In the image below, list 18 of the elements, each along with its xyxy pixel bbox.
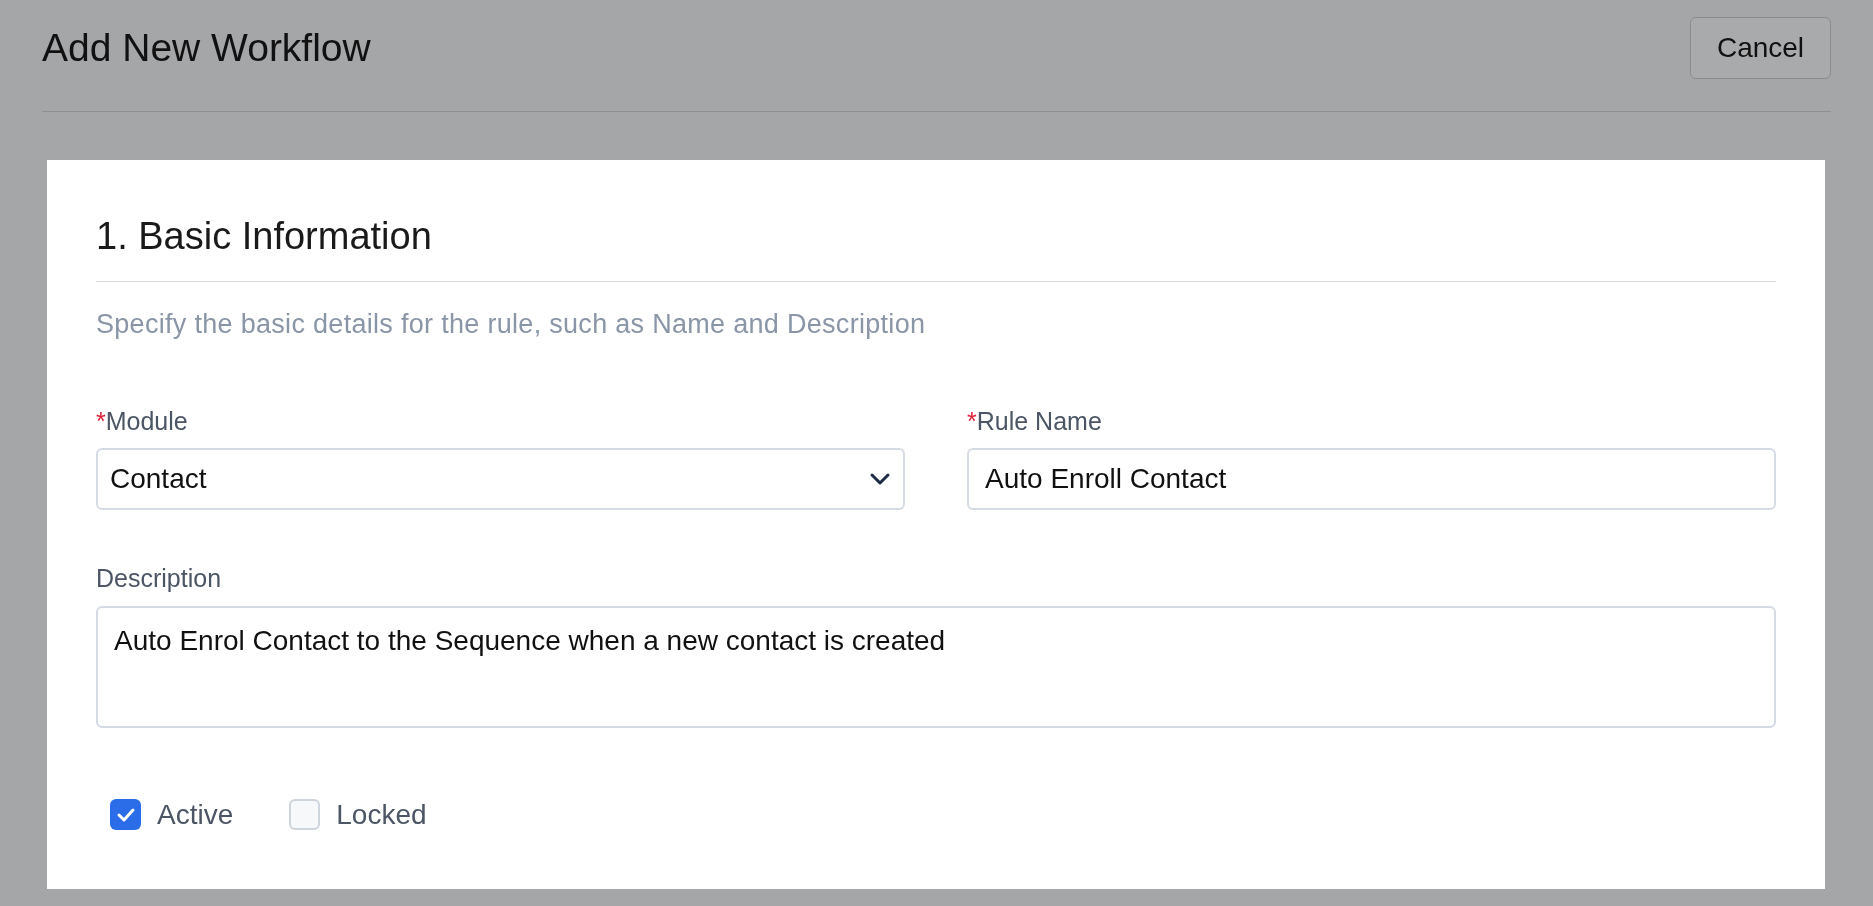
rule-name-field[interactable]: Auto Enroll Contact (967, 448, 1776, 510)
checkbox-label: Locked (336, 797, 427, 832)
required-mark: * (96, 405, 106, 437)
checkbox[interactable] (110, 799, 141, 830)
checkbox-label: Active (157, 797, 234, 832)
checkbox[interactable] (289, 799, 321, 830)
section-title: 1. Basic Information (96, 208, 1776, 282)
field-label: Module (105, 405, 188, 437)
section-subtitle: Specify the basic details for the rule, such as Name and Description (96, 308, 927, 341)
cancel-button[interactable]: Cancel (1690, 16, 1831, 79)
required-mark: * (967, 405, 977, 437)
module-dropdown[interactable]: Contact (96, 448, 905, 510)
chevron-down-icon (869, 472, 891, 486)
field-label: Rule Name (976, 405, 1102, 437)
page-title: Add New Workflow (42, 25, 371, 72)
checkmark-icon (115, 806, 136, 823)
description-field[interactable]: Auto Enrol Contact to the Sequence when a new contact is created (96, 605, 1776, 728)
field-label: Description (96, 563, 223, 594)
